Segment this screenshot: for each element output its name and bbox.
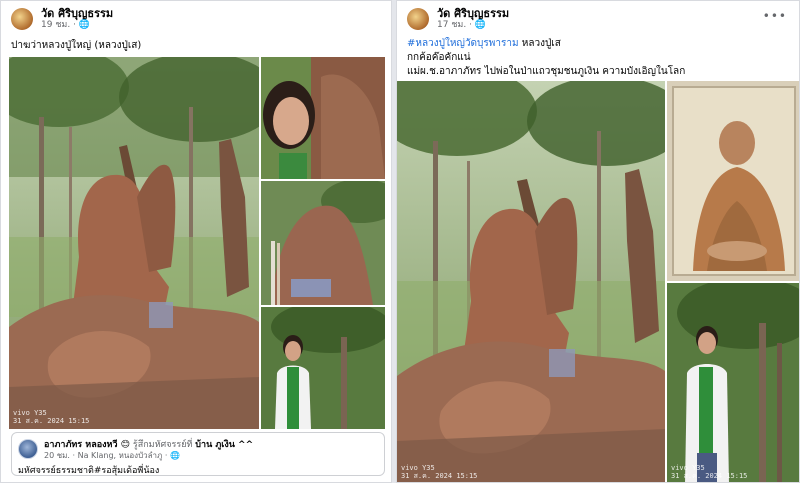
photo-woman-selfie[interactable] bbox=[261, 57, 385, 179]
post-time[interactable]: 19 ชม. · 🌐 bbox=[41, 20, 113, 31]
photo-termite-mound[interactable]: vivo Y35 31 ส.ค. 2024 15:15 bbox=[397, 81, 665, 482]
mound-incense-image bbox=[261, 181, 385, 305]
post-time[interactable]: 17 ชม. · 🌐 bbox=[437, 20, 509, 31]
page-avatar[interactable] bbox=[407, 8, 429, 30]
comment-place[interactable]: บ้าน ภูเงิน ^^ bbox=[195, 440, 253, 450]
photo-woman-praying[interactable] bbox=[261, 307, 385, 429]
post-header: วัด ศิริบุญธรรม 17 ชม. · 🌐 bbox=[407, 7, 509, 31]
termite-mound-image bbox=[397, 81, 665, 482]
photo-watermark: vivo Y35 31 ส.ค. 2024 15:15 bbox=[401, 464, 478, 480]
photo-termite-mound[interactable]: vivo Y35 31 ส.ค. 2024 15:15 bbox=[9, 57, 259, 429]
hashtag-link[interactable]: #หลวงปู่ใหญ่วัดบุรพาราม bbox=[407, 38, 519, 49]
comment-meta: 20 ชม. · Na Klang, หนองบัวลำภู · 🌐 bbox=[44, 451, 180, 460]
commenter-avatar[interactable] bbox=[18, 439, 38, 459]
photo-watermark: vivo Y35 31 ส.ค. 2024 15:15 bbox=[671, 464, 748, 480]
post-caption: ปาฆว่าหลวงปู่ใหญ่ (หลวงปู่เส) bbox=[11, 40, 142, 51]
post-caption-line2: กกค้อค๊อคักแน่ bbox=[407, 52, 471, 63]
termite-mound-image bbox=[9, 57, 259, 429]
page-avatar[interactable] bbox=[11, 8, 33, 30]
page-name[interactable]: วัด ศิริบุญธรรม bbox=[437, 7, 509, 20]
post-caption-line1: #หลวงปู่ใหญ่วัดบุรพาราม หลวงปู่เส bbox=[407, 38, 561, 49]
facebook-post-right: วัด ศิริบุญธรรม 17 ชม. · 🌐 ••• #หลวงปู่ใ… bbox=[396, 0, 800, 483]
comment-text: มหัศจรรย์ธรรมชาติ#รอสุ้มเด้อพี่น้อง bbox=[18, 466, 160, 476]
selfie-image bbox=[261, 57, 385, 179]
comment-card[interactable]: อาภาภัทร หลองหวี 😊 รู้สึกมหัศจรรย์ที่ บ้… bbox=[11, 432, 385, 476]
more-options-icon[interactable]: ••• bbox=[763, 9, 787, 23]
facebook-post-left: วัด ศิริบุญธรรม 19 ชม. · 🌐 ปาฆว่าหลวงปู่… bbox=[0, 0, 392, 483]
monk-image bbox=[667, 81, 799, 281]
praying-woman-image bbox=[261, 307, 385, 429]
photo-mound-incense[interactable] bbox=[261, 181, 385, 305]
photo-watermark: vivo Y35 31 ส.ค. 2024 15:15 bbox=[13, 409, 90, 425]
praying-woman-image bbox=[667, 283, 799, 482]
post-header: วัด ศิริบุญธรรม 19 ชม. · 🌐 bbox=[11, 7, 113, 31]
page-name[interactable]: วัด ศิริบุญธรรม bbox=[41, 7, 113, 20]
post-caption-line3: แม่ผ.ช.อาภาภัทร ไปพ่อในป่าแถวชุมชนภูเงิน… bbox=[407, 66, 686, 77]
photo-old-monk[interactable] bbox=[667, 81, 799, 281]
photo-woman-praying[interactable]: vivo Y35 31 ส.ค. 2024 15:15 bbox=[667, 283, 799, 482]
